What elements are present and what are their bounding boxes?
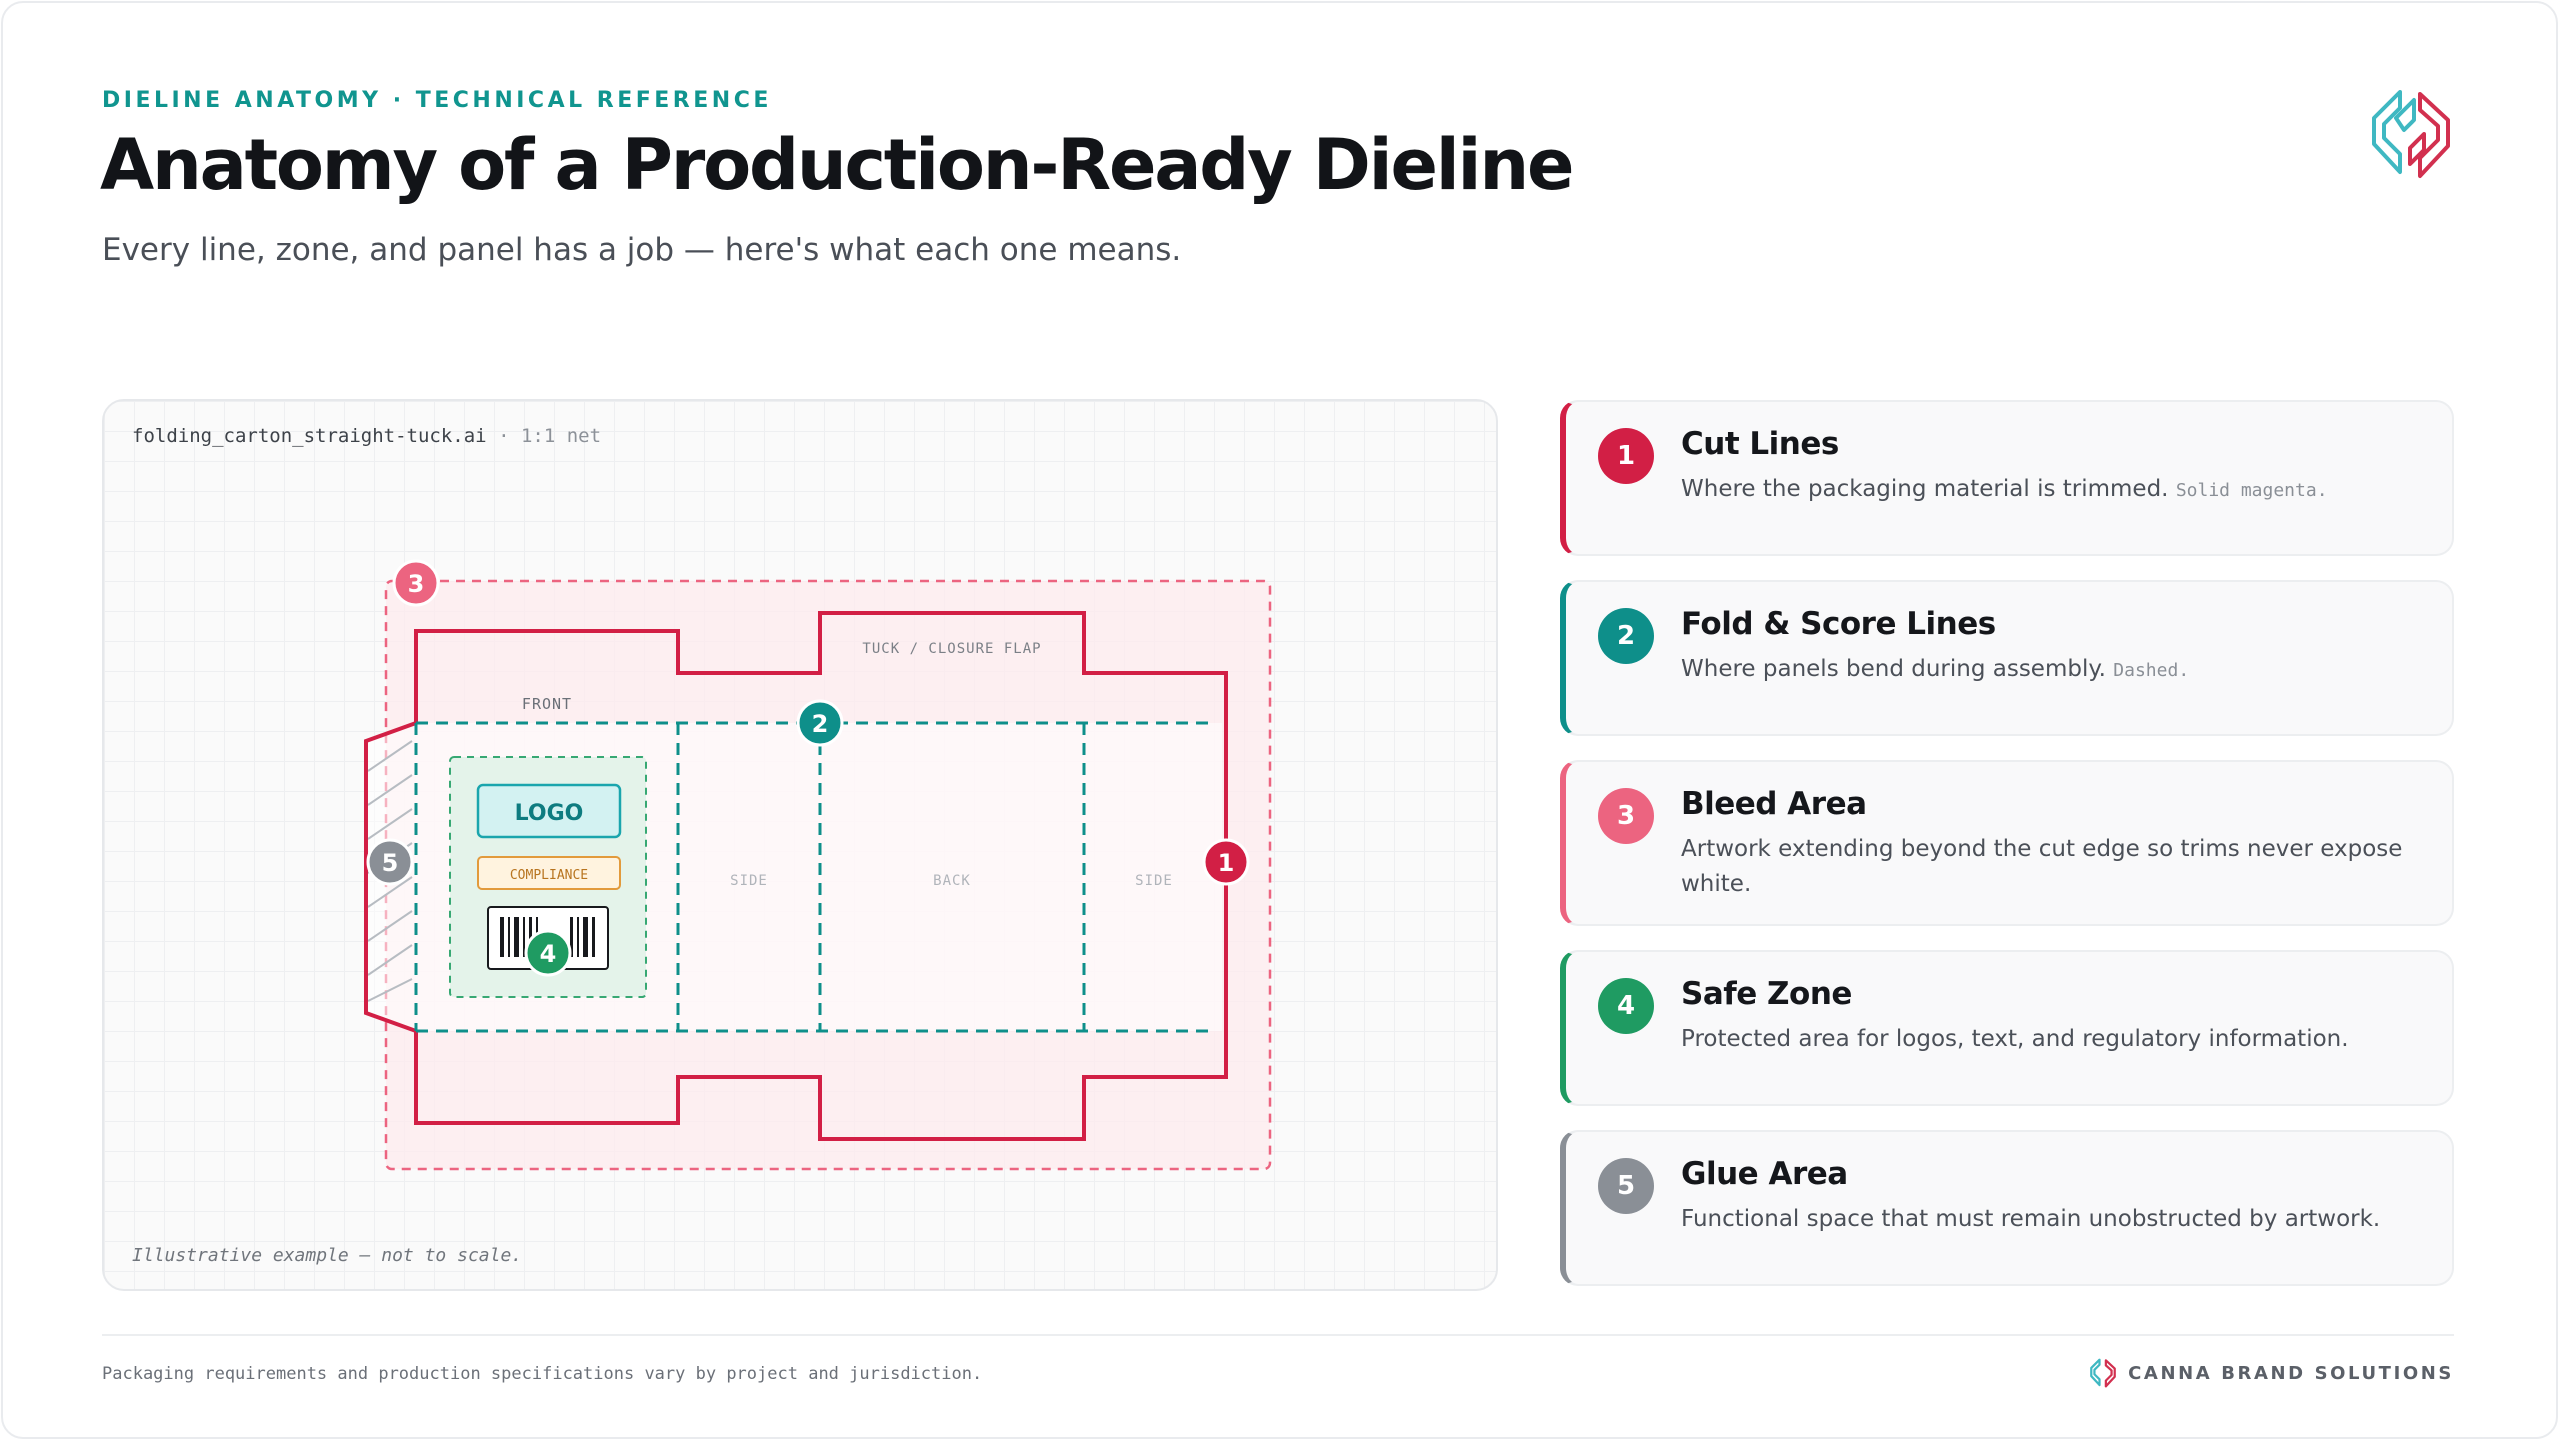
footer-divider [102,1334,2454,1336]
svg-text:1: 1 [1218,849,1235,877]
legend-description: Functional space that must remain unobst… [1681,1206,2381,1232]
legend-description: Protected area for logos, text, and regu… [1681,1026,2349,1052]
legend-card-cut-lines: 1 Cut Lines Where the packaging material… [1560,400,2454,556]
brand-logo-icon [2372,90,2450,178]
footer-disclaimer: Packaging requirements and production sp… [102,1364,983,1384]
legend-number: 2 [1598,608,1654,664]
svg-text:4: 4 [540,940,557,968]
panel-label-tuck: TUCK / CLOSURE FLAP [862,641,1041,657]
legend-title: Bleed Area [1681,786,1867,822]
legend-title: Cut Lines [1681,426,1839,462]
legend-title: Fold & Score Lines [1681,606,1996,642]
legend-style-note: Solid magenta. [2175,480,2328,501]
svg-text:3: 3 [408,570,425,598]
diagram-note: Illustrative example — not to scale. [132,1245,523,1266]
marker-1-cut: 1 [1202,838,1250,886]
footer-brand-name: CANNA BRAND SOLUTIONS [2128,1362,2454,1384]
legend-card-safe-zone: 4 Safe Zone Protected area for logos, te… [1560,950,2454,1106]
logo-text: LOGO [515,801,584,826]
legend-description: Where the packaging material is trimmed.… [1681,476,2328,502]
svg-text:5: 5 [382,849,399,877]
legend-description: Artwork extending beyond the cut edge so… [1681,836,2403,897]
marker-2-fold: 2 [796,699,844,747]
legend-number: 1 [1598,428,1654,484]
dieline-diagram: LOGO COMPLIANCE TUCK / CLOSURE FLAP FRON… [364,559,1272,1171]
panel-label-front: FRONT [522,695,572,713]
legend-title: Safe Zone [1681,976,1852,1012]
svg-text:2: 2 [812,710,829,738]
legend-number: 3 [1598,788,1654,844]
legend-style-note: Dashed. [2113,660,2190,681]
page-title: Anatomy of a Production-Ready Dieline [100,124,1574,206]
legend-card-fold-lines: 2 Fold & Score Lines Where panels bend d… [1560,580,2454,736]
legend-card-bleed-area: 3 Bleed Area Artwork extending beyond th… [1560,760,2454,926]
marker-3-bleed: 3 [392,559,440,607]
panel-label-side-right: SIDE [1135,873,1173,889]
marker-4-safe: 4 [524,929,572,977]
page-subtitle: Every line, zone, and panel has a job — … [102,232,1182,268]
brand-mark-icon [2090,1358,2116,1388]
dieline-panel: folding_carton_straight-tuck.ai · 1:1 ne… [102,399,1498,1291]
legend-card-glue-area: 5 Glue Area Functional space that must r… [1560,1130,2454,1286]
legend-number: 5 [1598,1158,1654,1214]
panel-label-back: BACK [933,873,971,889]
legend-number: 4 [1598,978,1654,1034]
eyebrow: DIELINE ANATOMY · TECHNICAL REFERENCE [102,88,772,113]
marker-5-glue: 5 [366,838,414,886]
compliance-text: COMPLIANCE [510,868,588,883]
panel-label-side-left: SIDE [730,873,768,889]
footer-brand: CANNA BRAND SOLUTIONS [2090,1358,2454,1388]
legend-title: Glue Area [1681,1156,1848,1192]
legend-description: Where panels bend during assembly. Dashe… [1681,656,2190,682]
